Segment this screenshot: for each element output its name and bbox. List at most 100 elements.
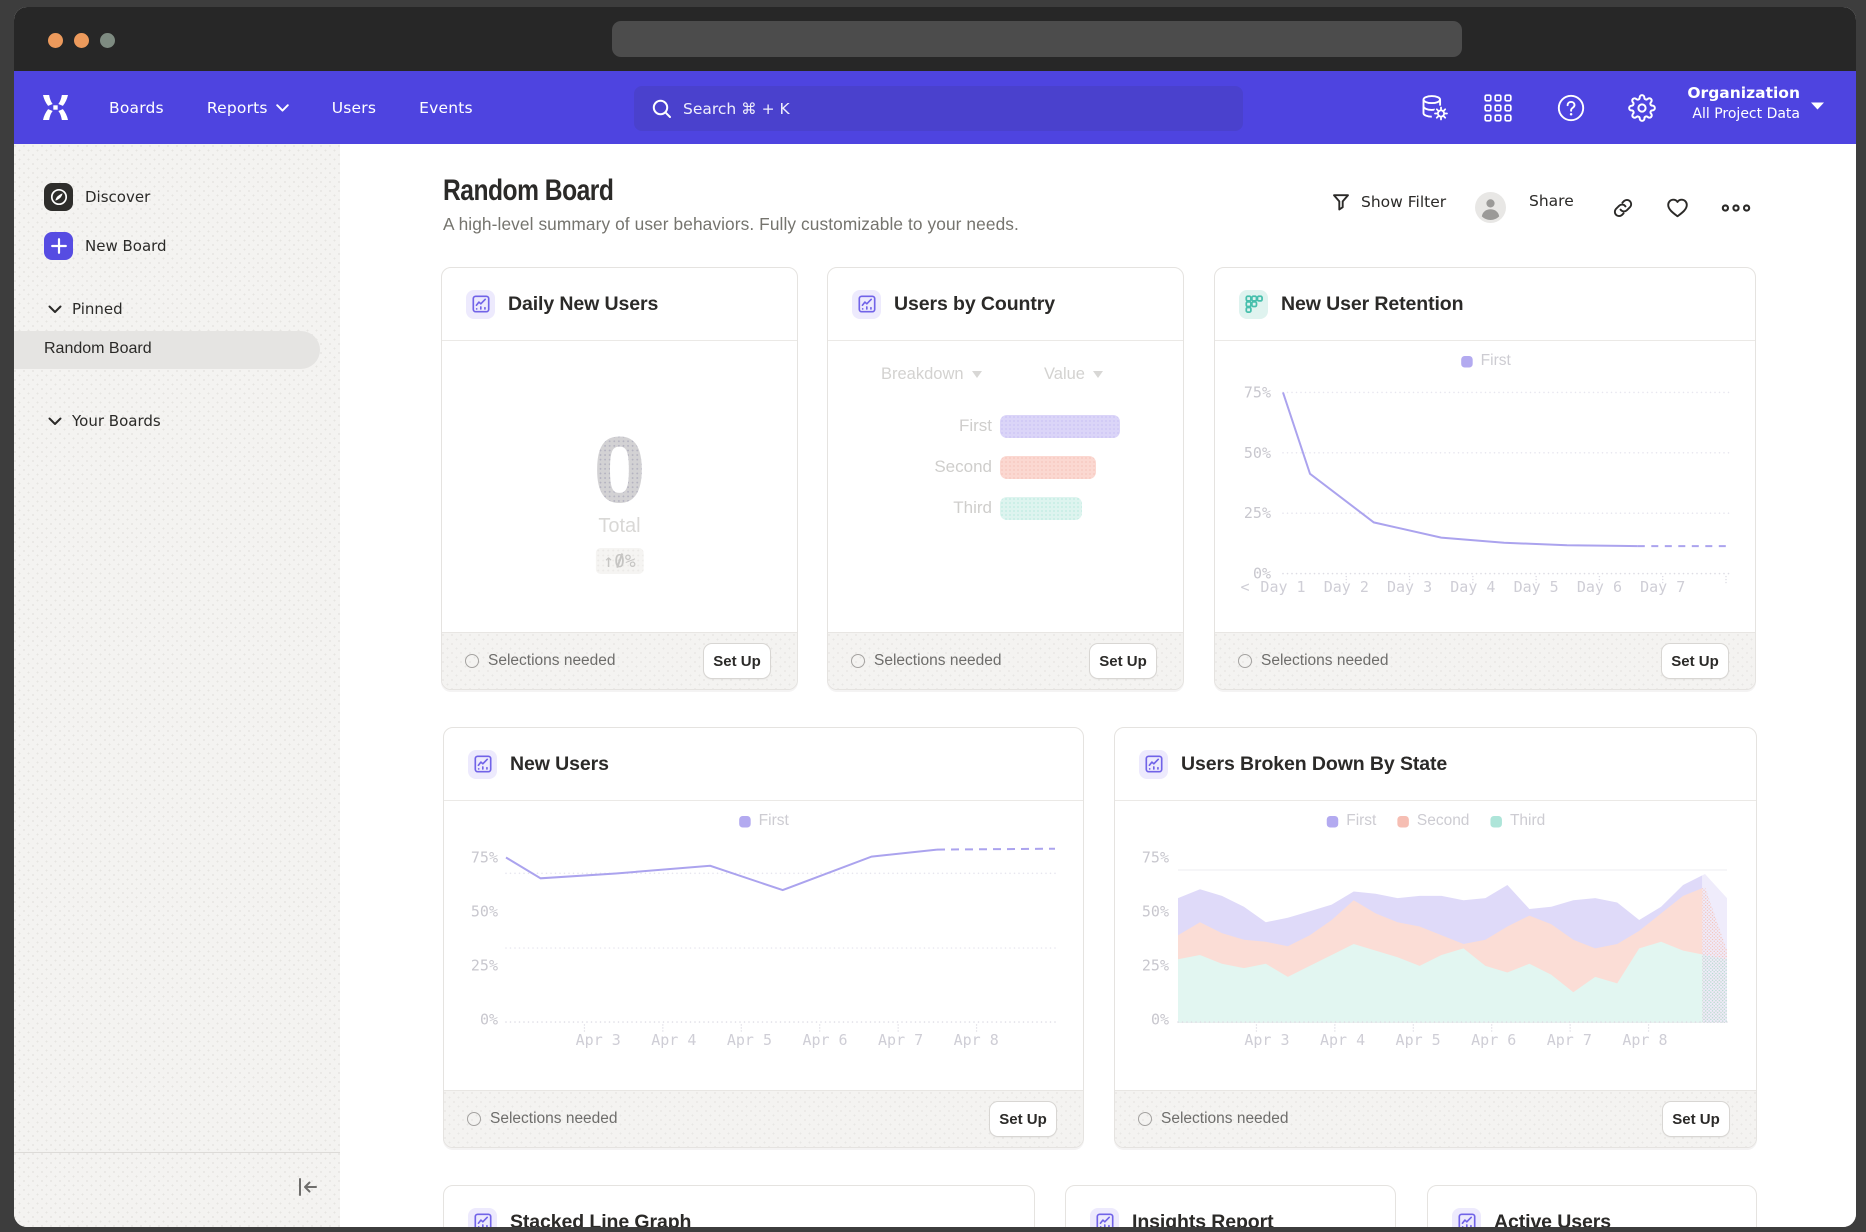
column-breakdown[interactable]: Breakdown: [881, 365, 982, 384]
line-chart-icon: [1452, 1208, 1481, 1228]
board-title: Random Board: [443, 174, 613, 208]
mixpanel-logo[interactable]: [43, 95, 68, 120]
data-management-button[interactable]: [1419, 92, 1450, 123]
board-owner-avatar[interactable]: [1475, 192, 1506, 223]
window-minimize-button[interactable]: [74, 33, 89, 48]
sidebar-item-discover[interactable]: Discover: [44, 183, 150, 211]
svg-text:First: First: [1346, 812, 1377, 829]
status-text: Selections needed: [1161, 1110, 1289, 1128]
card-insights-report: Insights Report: [1065, 1185, 1396, 1227]
card-footer: Selections needed Set Up: [828, 632, 1183, 689]
database-gear-icon: [1420, 94, 1449, 122]
card-title: Insights Report: [1132, 1211, 1274, 1228]
svg-text:75%: 75%: [1244, 383, 1271, 401]
nav-item-users[interactable]: Users: [332, 99, 376, 117]
card-stacked-line-graph: Stacked Line Graph: [443, 1185, 1035, 1227]
svg-text:Second: Second: [1417, 812, 1470, 829]
line-chart-icon: [466, 290, 495, 319]
window-zoom-button[interactable]: [100, 33, 115, 48]
help-button[interactable]: [1555, 92, 1586, 123]
chevron-down-icon: [276, 104, 289, 112]
apps-menu-button[interactable]: [1482, 92, 1513, 123]
svg-text:Day 2: Day 2: [1324, 578, 1369, 596]
line-chart-icon: [1139, 750, 1168, 779]
ellipsis-icon: [1721, 202, 1751, 214]
card-title: Daily New Users: [508, 293, 658, 316]
nav-item-label: Events: [419, 99, 473, 117]
status-circle-icon: [1138, 1112, 1152, 1126]
board-content: Random Board A high-level summary of use…: [340, 144, 1856, 1227]
status-text: Selections needed: [490, 1110, 618, 1128]
card-header: Users Broken Down By State: [1115, 728, 1756, 801]
status-circle-icon: [1238, 654, 1252, 668]
address-bar[interactable]: [612, 21, 1462, 57]
nav-item-boards[interactable]: Boards: [109, 99, 164, 117]
card-title: Stacked Line Graph: [510, 1211, 691, 1228]
stacked-area-chart: FirstSecondThird0%25%50%75%Apr 3Apr 4Apr…: [1115, 801, 1758, 1091]
card-footer: Selections needed Set Up: [1215, 632, 1755, 689]
org-project: All Project Data: [1687, 106, 1800, 122]
chevron-down-icon: [48, 417, 62, 426]
svg-text:Apr 3: Apr 3: [576, 1031, 621, 1049]
svg-text:Apr 8: Apr 8: [1622, 1031, 1667, 1049]
copy-link-button[interactable]: [1611, 196, 1635, 220]
set-up-button[interactable]: Set Up: [989, 1101, 1057, 1137]
avatar-icon: [1475, 192, 1506, 223]
primary-nav: Boards Reports Users Events: [109, 71, 473, 144]
svg-text:Apr 6: Apr 6: [802, 1031, 847, 1049]
new-users-line-chart: First0%25%50%75%Apr 3Apr 4Apr 5Apr 6Apr …: [444, 801, 1085, 1091]
svg-text:Apr 7: Apr 7: [1547, 1031, 1592, 1049]
svg-text:Apr 5: Apr 5: [727, 1031, 772, 1049]
share-button[interactable]: Share: [1529, 192, 1574, 210]
set-up-button[interactable]: Set Up: [1661, 643, 1729, 679]
card-header: New User Retention: [1215, 268, 1755, 341]
collapse-sidebar-icon[interactable]: [296, 1175, 320, 1199]
card-header: Insights Report: [1066, 1186, 1395, 1227]
svg-text:First: First: [1481, 352, 1512, 369]
org-switcher[interactable]: Organization All Project Data: [1687, 84, 1800, 122]
browser-window: Boards Reports Users Events Search ⌘ + K: [14, 7, 1856, 1227]
status-text: Selections needed: [1261, 652, 1389, 670]
window-close-button[interactable]: [48, 33, 63, 48]
org-caret-icon: [1810, 101, 1825, 111]
svg-text:Apr 5: Apr 5: [1396, 1031, 1441, 1049]
settings-button[interactable]: [1626, 92, 1657, 123]
show-filter-button[interactable]: Show Filter: [1331, 192, 1446, 212]
set-up-button[interactable]: Set Up: [1662, 1101, 1730, 1137]
help-icon: [1557, 94, 1585, 122]
sidebar-item-new-board[interactable]: New Board: [44, 232, 167, 260]
card-users-by-country: Users by Country Breakdown Value FirstSe…: [827, 267, 1184, 690]
column-value[interactable]: Value: [1044, 365, 1103, 384]
line-chart-icon: [1090, 1208, 1119, 1228]
svg-text:Day 5: Day 5: [1514, 578, 1559, 596]
svg-text:Apr 6: Apr 6: [1471, 1031, 1516, 1049]
card-new-user-retention: New User Retention First0%25%50%75%Day 1…: [1214, 267, 1756, 690]
retention-grid-icon: [1239, 290, 1268, 319]
heart-icon: [1665, 196, 1690, 220]
favorite-button[interactable]: [1665, 196, 1690, 220]
sidebar-pinned-label: Pinned: [72, 300, 123, 318]
status-circle-icon: [851, 654, 865, 668]
sidebar-section-your-boards[interactable]: Your Boards: [48, 412, 161, 430]
svg-text:25%: 25%: [471, 957, 498, 975]
svg-text:Apr 4: Apr 4: [1320, 1031, 1365, 1049]
svg-text:Day 6: Day 6: [1577, 578, 1622, 596]
set-up-button[interactable]: Set Up: [703, 643, 771, 679]
search-input[interactable]: Search ⌘ + K: [634, 86, 1243, 131]
nav-item-events[interactable]: Events: [419, 99, 473, 117]
card-header: Users by Country: [828, 268, 1183, 341]
svg-text:50%: 50%: [1244, 444, 1271, 462]
nav-item-reports[interactable]: Reports: [207, 99, 289, 117]
set-up-button[interactable]: Set Up: [1089, 643, 1157, 679]
svg-text:Day 4: Day 4: [1450, 578, 1495, 596]
sidebar-random-board-label: Random Board: [44, 340, 152, 358]
svg-text:Day 7: Day 7: [1640, 578, 1685, 596]
card-header: Stacked Line Graph: [444, 1186, 1034, 1227]
window-titlebar: [14, 7, 1856, 71]
chevron-down-icon: [48, 305, 62, 314]
sidebar-section-pinned[interactable]: Pinned: [48, 300, 123, 318]
svg-text:<: <: [1240, 578, 1249, 596]
board-subtitle: A high-level summary of user behaviors. …: [443, 214, 1019, 235]
card-header: Active Users: [1428, 1186, 1756, 1227]
more-options-button[interactable]: [1721, 202, 1751, 214]
